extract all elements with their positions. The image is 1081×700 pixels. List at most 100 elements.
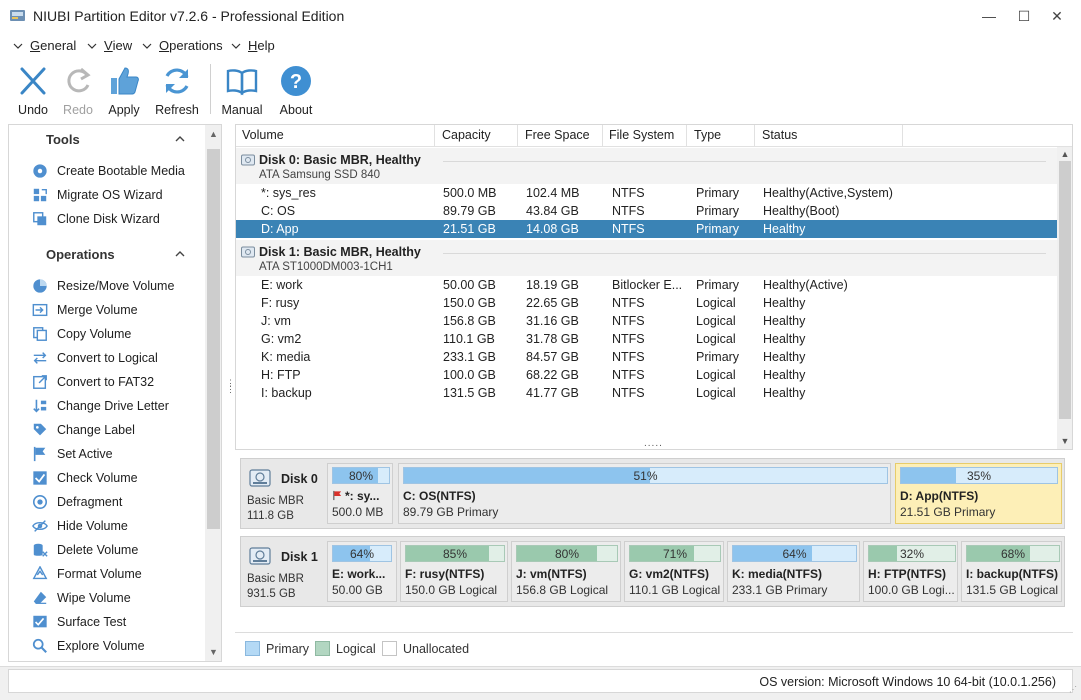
table-row[interactable]: E: work 50.00 GB 18.19 GB Bitlocker E...…: [236, 276, 1058, 294]
check-volume-item[interactable]: Check Volume: [31, 467, 138, 489]
panel-splitter[interactable]: ⋮ ⋮: [226, 379, 235, 404]
chevron-down-icon: [231, 43, 241, 49]
table-row[interactable]: J: vm 156.8 GB 31.16 GB NTFS Logical Hea…: [236, 312, 1058, 330]
usage-bar: 64%: [332, 545, 392, 562]
splitter-handle[interactable]: .....: [644, 438, 663, 449]
column-divider[interactable]: [754, 125, 755, 147]
table-row-selected[interactable]: D: App 21.51 GB 14.08 GB NTFS Primary He…: [236, 220, 1058, 238]
convert-to-fat32-item[interactable]: Convert to FAT32: [31, 371, 154, 393]
column-header-capacity[interactable]: Capacity: [442, 128, 491, 146]
table-row[interactable]: K: media 233.1 GB 84.57 GB NTFS Primary …: [236, 348, 1058, 366]
refresh-button[interactable]: Refresh: [152, 60, 202, 118]
usage-bar: 68%: [966, 545, 1060, 562]
tools-section-header[interactable]: Tools: [9, 127, 205, 151]
menu-operations[interactable]: Operations: [141, 38, 223, 53]
scroll-up-icon[interactable]: ▲: [208, 129, 219, 139]
operations-section-title: Operations: [46, 247, 115, 262]
scrollbar-thumb[interactable]: [1059, 161, 1071, 419]
resize-move-volume-item[interactable]: Resize/Move Volume: [31, 275, 174, 297]
table-row[interactable]: F: rusy 150.0 GB 22.65 GB NTFS Logical H…: [236, 294, 1058, 312]
table-row[interactable]: *: sys_res 500.0 MB 102.4 MB NTFS Primar…: [236, 184, 1058, 202]
close-button[interactable]: ✕: [1040, 0, 1074, 32]
manual-button[interactable]: Manual: [219, 60, 265, 118]
migrate-os-wizard-item[interactable]: Migrate OS Wizard: [31, 184, 163, 206]
unallocated-swatch: [382, 641, 397, 656]
hide-volume-item[interactable]: Hide Volume: [31, 515, 128, 537]
partition-block[interactable]: 80% J: vm(NTFS) 156.8 GB Logical: [511, 541, 621, 602]
refresh-icon: [165, 68, 189, 94]
migrate-icon: [31, 186, 49, 204]
surface-test-item[interactable]: Surface Test: [31, 611, 126, 633]
status-box: OS version: Microsoft Windows 10 64-bit …: [8, 669, 1073, 693]
apply-button[interactable]: Apply: [104, 60, 144, 118]
column-divider[interactable]: [434, 125, 435, 147]
wipe-volume-item[interactable]: Wipe Volume: [31, 587, 131, 609]
disk-map: Disk 0 Basic MBR 111.8 GB 80% *: sy... 5…: [235, 453, 1073, 628]
partition-block[interactable]: 68% I: backup(NTFS) 131.5 GB Logical: [961, 541, 1062, 602]
usage-bar: 64%: [732, 545, 857, 562]
partition-block[interactable]: 32% H: FTP(NTFS) 100.0 GB Logi...: [863, 541, 958, 602]
partition-name: *: sy...: [332, 489, 392, 503]
undo-button[interactable]: Undo: [14, 60, 52, 118]
scroll-down-icon[interactable]: ▼: [1059, 436, 1071, 446]
column-header-type[interactable]: Type: [694, 128, 721, 146]
scroll-up-icon[interactable]: ▲: [1059, 149, 1071, 159]
column-divider[interactable]: [686, 125, 687, 147]
column-header-status[interactable]: Status: [762, 128, 797, 146]
menu-general[interactable]: General: [12, 38, 76, 53]
disk-header-row[interactable]: Disk 0: Basic MBR, Healthy ATA Samsung S…: [236, 148, 1058, 184]
disc-icon: [31, 162, 49, 180]
os-version-text: OS version: Microsoft Windows 10 64-bit …: [759, 675, 1056, 689]
defragment-item[interactable]: Defragment: [31, 491, 122, 513]
usage-bar: 80%: [516, 545, 618, 562]
change-label-item[interactable]: Change Label: [31, 419, 135, 441]
disk-info[interactable]: Disk 1 Basic MBR 931.5 GB: [241, 537, 325, 606]
partition-block[interactable]: 71% G: vm2(NTFS) 110.1 GB Logical: [624, 541, 724, 602]
usage-bar: 71%: [629, 545, 721, 562]
merge-volume-item[interactable]: Merge Volume: [31, 299, 138, 321]
change-drive-letter-item[interactable]: Change Drive Letter: [31, 395, 169, 417]
about-button[interactable]: ? About: [276, 60, 316, 118]
operations-section-header[interactable]: Operations: [9, 242, 205, 266]
task-panel-scrollbar[interactable]: ▲ ▼: [205, 125, 221, 661]
disk-header-row[interactable]: Disk 1: Basic MBR, Healthy ATA ST1000DM0…: [236, 240, 1058, 276]
delete-volume-item[interactable]: Delete Volume: [31, 539, 138, 561]
redo-button[interactable]: Redo: [58, 60, 98, 118]
table-row[interactable]: G: vm2 110.1 GB 31.78 GB NTFS Logical He…: [236, 330, 1058, 348]
explore-volume-item[interactable]: Explore Volume: [31, 635, 145, 657]
partition-block[interactable]: 80% *: sy... 500.0 MB: [327, 463, 393, 524]
set-active-item[interactable]: Set Active: [31, 443, 113, 465]
partition-block[interactable]: 51% C: OS(NTFS) 89.79 GB Primary: [398, 463, 891, 524]
format-volume-item[interactable]: Format Volume: [31, 563, 142, 585]
partition-block[interactable]: 85% F: rusy(NTFS) 150.0 GB Logical: [400, 541, 508, 602]
convert-to-logical-item[interactable]: Convert to Logical: [31, 347, 158, 369]
column-divider[interactable]: [902, 125, 903, 147]
partition-block[interactable]: 64% K: media(NTFS) 233.1 GB Primary: [727, 541, 860, 602]
volume-list-scrollbar[interactable]: ▲ ▼: [1057, 147, 1072, 449]
partition-block-selected[interactable]: 35% D: App(NTFS) 21.51 GB Primary: [895, 463, 1062, 524]
scrollbar-thumb[interactable]: [207, 149, 220, 529]
clone-disk-wizard-item[interactable]: Clone Disk Wizard: [31, 208, 160, 230]
partition-block[interactable]: 64% E: work... 50.00 GB: [327, 541, 397, 602]
table-row[interactable]: C: OS 89.79 GB 43.84 GB NTFS Primary Hea…: [236, 202, 1058, 220]
table-row[interactable]: H: FTP 100.0 GB 68.22 GB NTFS Logical He…: [236, 366, 1058, 384]
column-header-volume[interactable]: Volume: [242, 128, 284, 146]
menu-view[interactable]: View: [86, 38, 132, 53]
create-bootable-media-item[interactable]: Create Bootable Media: [31, 160, 185, 182]
chevron-down-icon: [87, 43, 97, 49]
column-header-file-system[interactable]: File System: [609, 128, 674, 146]
help-icon: ?: [281, 66, 311, 96]
resize-grip-icon[interactable]: ⋰: [1069, 685, 1077, 694]
toolbar: Undo Redo Apply Refresh Manual ? About: [0, 60, 1081, 120]
table-row[interactable]: I: backup 131.5 GB 41.77 GB NTFS Logical…: [236, 384, 1058, 402]
menu-help[interactable]: Help: [230, 38, 275, 53]
redo-icon: [67, 67, 91, 93]
copy-volume-item[interactable]: Copy Volume: [31, 323, 131, 345]
disk-info[interactable]: Disk 0 Basic MBR 111.8 GB: [241, 459, 325, 528]
scroll-down-icon[interactable]: ▼: [208, 647, 219, 657]
disk-0-map[interactable]: Disk 0 Basic MBR 111.8 GB 80% *: sy... 5…: [240, 458, 1065, 529]
disk-1-map[interactable]: Disk 1 Basic MBR 931.5 GB 64% E: work...…: [240, 536, 1065, 607]
column-header-free-space[interactable]: Free Space: [525, 128, 590, 146]
column-divider[interactable]: [517, 125, 518, 147]
column-divider[interactable]: [602, 125, 603, 147]
